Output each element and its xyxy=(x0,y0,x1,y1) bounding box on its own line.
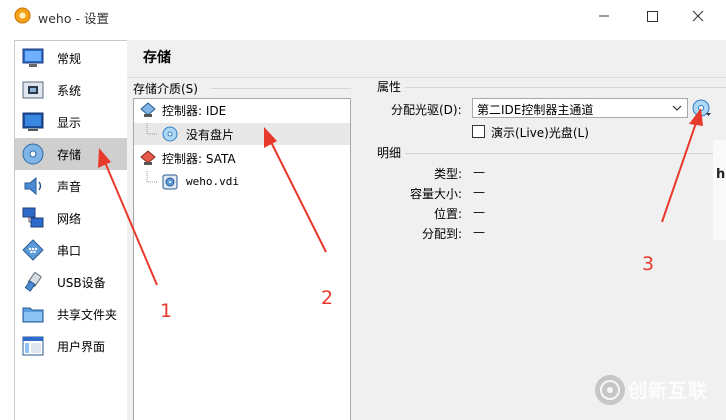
sidebar-item-display[interactable]: 显示 xyxy=(15,106,127,138)
detail-size-key: 容量大小: xyxy=(409,187,462,201)
sata-controller-icon xyxy=(140,150,156,165)
sidebar-item-storage[interactable]: 存储 xyxy=(15,138,127,170)
sidebar-item-label: 声音 xyxy=(57,180,82,194)
sidebar-item-shared-folders[interactable]: 共享文件夹 xyxy=(15,298,127,330)
tree-item-label: 控制器: IDE xyxy=(162,104,227,118)
usb-icon xyxy=(24,272,42,292)
window-title: weho - 设置 xyxy=(38,11,109,26)
shared-folder-icon xyxy=(22,307,44,323)
chevron-down-icon xyxy=(672,105,682,111)
network-icon xyxy=(22,207,44,228)
tree-item-vdi-disk[interactable]: weho.vdi xyxy=(134,171,350,193)
details-group-line xyxy=(405,153,726,154)
live-cd-checkbox[interactable] xyxy=(472,125,485,138)
speaker-icon xyxy=(24,176,42,196)
sidebar-item-general[interactable]: 常规 xyxy=(15,42,127,74)
attributes-group-line xyxy=(405,87,726,88)
sidebar-item-system[interactable]: 系统 xyxy=(15,74,127,106)
sidebar-item-label: 用户界面 xyxy=(57,340,106,354)
sidebar-item-label: USB设备 xyxy=(57,276,106,290)
sidebar-item-user-interface[interactable]: 用户界面 xyxy=(15,330,127,362)
annotation-label-3: 3 xyxy=(642,253,655,275)
title-divider xyxy=(127,77,726,78)
close-icon xyxy=(692,10,704,22)
settings-category-list: 常规 系统 显示 存储 声音 网络 串口 USB设备 共享文件夹 用户界面 xyxy=(14,40,128,420)
detail-size-value: — xyxy=(473,185,485,199)
detail-type-key: 类型: xyxy=(433,167,462,181)
maximize-icon xyxy=(647,11,658,22)
sidebar-item-label: 存储 xyxy=(57,148,82,162)
background-window-text: h xyxy=(716,167,726,182)
background-window-edge xyxy=(713,140,726,240)
storage-settings-panel: 存储 存储介质(S) 控制器: IDE 没有盘片 控制器: SATA weho.… xyxy=(127,40,726,420)
system-chip-icon xyxy=(22,81,44,99)
storage-media-label: 存储介质(S) xyxy=(133,82,198,96)
storage-disk-icon xyxy=(22,143,44,165)
annotation-label-1: 1 xyxy=(160,300,173,322)
optical-drive-value: 第二IDE控制器主通道 xyxy=(477,103,594,117)
tree-connector-icon xyxy=(146,123,157,135)
minimize-button[interactable] xyxy=(582,4,626,28)
sidebar-item-audio[interactable]: 声音 xyxy=(15,170,127,202)
detail-attached-key: 分配到: xyxy=(421,227,462,241)
detail-attached-value: — xyxy=(473,225,485,239)
user-interface-icon xyxy=(22,336,44,356)
general-monitor-icon xyxy=(22,48,44,67)
sidebar-item-network[interactable]: 网络 xyxy=(15,202,127,234)
minimize-icon xyxy=(599,15,609,17)
hard-disk-icon xyxy=(162,174,178,190)
live-cd-label: 演示(Live)光盘(L) xyxy=(491,126,589,140)
tree-item-ide-controller[interactable]: 控制器: IDE xyxy=(134,99,350,121)
sidebar-item-usb[interactable]: USB设备 xyxy=(15,266,127,298)
serial-port-icon xyxy=(22,239,44,261)
tree-item-label: weho.vdi xyxy=(186,175,239,188)
page-title: 存储 xyxy=(143,50,171,66)
sidebar-item-label: 常规 xyxy=(57,52,82,66)
detail-location-key: 位置: xyxy=(433,207,462,221)
attributes-group-label: 属性 xyxy=(377,80,402,94)
tree-item-label: 没有盘片 xyxy=(186,128,235,142)
display-monitor-icon xyxy=(22,112,44,131)
sidebar-item-label: 显示 xyxy=(57,116,82,130)
tree-connector-icon xyxy=(146,171,157,183)
tree-item-empty-disk[interactable]: 没有盘片 xyxy=(134,123,350,145)
storage-tree[interactable]: 控制器: IDE 没有盘片 控制器: SATA weho.vdi xyxy=(133,98,351,420)
sidebar-item-label: 网络 xyxy=(57,212,82,226)
empty-optical-disk-icon xyxy=(162,126,178,142)
sidebar-item-label: 串口 xyxy=(57,244,82,258)
tree-item-label: 控制器: SATA xyxy=(162,152,236,166)
sidebar-item-serial-port[interactable]: 串口 xyxy=(15,234,127,266)
optical-disk-choose-icon[interactable] xyxy=(691,98,711,118)
ide-controller-icon xyxy=(140,102,156,117)
optical-drive-select[interactable]: 第二IDE控制器主通道 xyxy=(472,98,688,118)
close-button[interactable] xyxy=(676,4,720,28)
details-group-label: 明细 xyxy=(377,146,402,160)
watermark-text: 创新互联 xyxy=(628,380,709,402)
tree-item-sata-controller[interactable]: 控制器: SATA xyxy=(134,147,350,169)
maximize-button[interactable] xyxy=(630,4,674,28)
detail-location-value: — xyxy=(473,205,485,219)
sidebar-item-label: 系统 xyxy=(57,84,82,98)
virtualbox-app-icon xyxy=(14,7,31,24)
title-bar: weho - 设置 xyxy=(0,0,726,32)
drive-label: 分配光驱(D): xyxy=(391,103,462,117)
sidebar-item-label: 共享文件夹 xyxy=(57,308,118,322)
storage-media-group-line xyxy=(211,88,351,89)
annotation-label-2: 2 xyxy=(321,287,334,309)
detail-type-value: — xyxy=(473,165,485,179)
